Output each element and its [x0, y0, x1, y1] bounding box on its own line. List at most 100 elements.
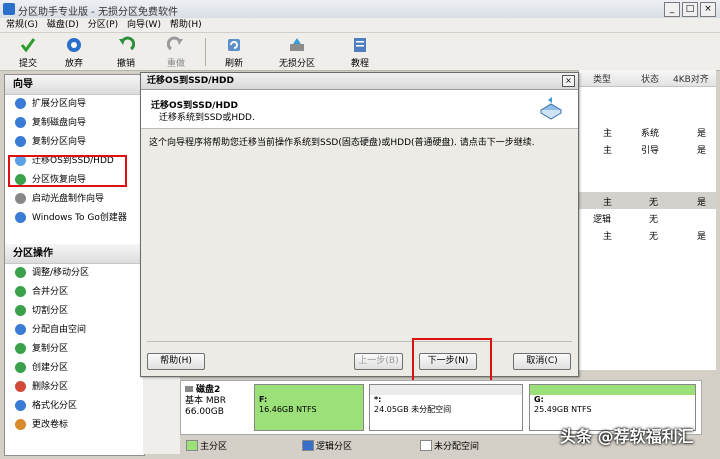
dialog-close-button[interactable]: × — [562, 75, 575, 87]
menu-partition[interactable]: 分区(P) — [88, 18, 118, 32]
dialog-separator — [147, 341, 572, 342]
disk-icon — [185, 386, 193, 392]
table-row[interactable]: 主 引导 是 — [579, 140, 716, 157]
toolbar: 提交 放弃 撤销 重做 刷新 无损分区 教程 — [0, 33, 720, 71]
col-type: 类型 — [593, 75, 612, 85]
windows-to-go-icon — [15, 212, 26, 223]
split-icon — [15, 305, 26, 316]
menu-disk[interactable]: 磁盘(D) — [47, 18, 79, 32]
cell-status: 无 — [649, 198, 659, 208]
refresh-button[interactable]: 刷新 — [220, 36, 248, 69]
next-button-highlight — [412, 338, 492, 382]
disk-type: 基本 MBR — [185, 396, 227, 406]
dialog-body-text: 这个向导程序将帮助您迁移当前操作系统到SSD(固态硬盘)或HDD(普通硬盘). … — [149, 138, 535, 148]
operation-item[interactable]: 调整/移动分区 — [5, 264, 144, 283]
tutorial-button[interactable]: 教程 — [346, 36, 374, 69]
menu-general[interactable]: 常规(G) — [6, 18, 38, 32]
cell-align: 是 — [697, 198, 707, 208]
menu-wizard[interactable]: 向导(W) — [127, 18, 161, 32]
cancel-button[interactable]: 取消(C) — [513, 353, 571, 370]
redo-icon — [167, 36, 183, 51]
menu-bar: 常规(G) 磁盘(D) 分区(P) 向导(W) 帮助(H) — [0, 18, 720, 32]
migrate-os-dialog: 迁移OS到SSD/HDD × 迁移OS到SSD/HDD 迁移系统到SSD或HDD… — [140, 72, 579, 377]
wizard-item[interactable]: 扩展分区向导 — [5, 95, 144, 114]
window-title: 分区助手专业版 - 无损分区免费软件 — [18, 7, 178, 18]
format-icon — [15, 400, 26, 411]
unallocated-swatch — [420, 440, 432, 451]
partition-name: *: — [374, 395, 382, 404]
operation-item-label: 切割分区 — [32, 306, 69, 316]
operation-item-label: 删除分区 — [32, 382, 69, 392]
tutorial-label: 教程 — [350, 59, 369, 69]
legend-unallocated: 未分配空间 — [434, 442, 480, 452]
cell-type: 主 — [603, 198, 613, 208]
primary-swatch — [186, 440, 198, 451]
disk-info: 磁盘2 基本 MBR 66.00GB — [185, 385, 226, 418]
wizard-item[interactable]: 启动光盘制作向导 — [5, 190, 144, 209]
tutorial-icon — [354, 38, 366, 52]
help-button[interactable]: 帮助(H) — [147, 353, 205, 370]
table-row[interactable]: 主无是 — [579, 226, 716, 243]
commit-button[interactable]: 提交 — [14, 36, 42, 69]
wizard-item-label: 启动光盘制作向导 — [32, 194, 105, 204]
cell-status: 无 — [649, 232, 659, 242]
back-button[interactable]: 上一步(B) — [354, 353, 403, 370]
operation-item[interactable]: 分配自由空间 — [5, 321, 144, 340]
cell-status: 引导 — [641, 146, 660, 156]
wizard-item-label: Windows To Go创建器 — [32, 213, 127, 223]
operation-item[interactable]: 合并分区 — [5, 283, 144, 302]
watermark: 头条 @荐软福利汇 — [560, 427, 694, 446]
discard-button[interactable]: 放弃 — [60, 36, 88, 69]
operation-item[interactable]: 格式化分区 — [5, 397, 144, 416]
redo-button[interactable]: 重做 — [162, 36, 190, 69]
table-row[interactable]: 逻辑 无 — [579, 209, 716, 226]
operation-item[interactable]: 更改卷标 — [5, 416, 144, 435]
close-button[interactable]: × — [700, 2, 716, 17]
lossless-partition-icon — [290, 38, 304, 51]
partition-block[interactable]: F: 16.46GB NTFS — [254, 384, 364, 431]
operation-item-label: 合并分区 — [32, 287, 69, 297]
undo-button[interactable]: 撤销 — [112, 36, 140, 69]
cell-type: 主 — [603, 146, 613, 156]
maximize-button[interactable]: □ — [682, 2, 698, 17]
operation-item[interactable]: 删除分区 — [5, 378, 144, 397]
operations-heading: 分区操作 — [5, 244, 144, 264]
dialog-header-subtitle: 迁移系统到SSD或HDD. — [159, 113, 255, 123]
discard-label: 放弃 — [64, 59, 83, 69]
wizard-item-label: 复制磁盘向导 — [32, 118, 87, 128]
wizard-item[interactable]: 复制磁盘向导 — [5, 114, 144, 133]
create-icon — [15, 362, 26, 373]
logical-swatch — [302, 440, 314, 451]
wizard-item-label: 复制分区向导 — [32, 137, 87, 147]
delete-icon — [15, 381, 26, 392]
operation-item-label: 更改卷标 — [32, 420, 69, 430]
cell-align: 是 — [697, 232, 707, 242]
wizard-item[interactable]: 复制分区向导 — [5, 133, 144, 152]
table-row[interactable]: 主 系统 是 — [579, 123, 716, 140]
grid-header: 类型 状态 4KB对齐 — [579, 70, 716, 87]
title-bar: 分区助手专业版 - 无损分区免费软件 _ □ × — [0, 0, 720, 19]
cell-status: 系统 — [641, 129, 660, 139]
cell-status: 无 — [649, 215, 659, 225]
operation-item-label: 复制分区 — [32, 344, 69, 354]
operation-item[interactable]: 复制分区 — [5, 340, 144, 359]
partition-info: 16.46GB NTFS — [259, 405, 317, 414]
copy-partition-icon — [15, 136, 26, 147]
wizard-item-label: 扩展分区向导 — [32, 99, 87, 109]
partition-block-unallocated[interactable]: *: 24.05GB 未分配空间 — [369, 384, 523, 431]
table-row-selected[interactable]: 主无是 — [579, 192, 716, 209]
migrate-os-highlight — [8, 155, 127, 187]
wizard-item[interactable]: Windows To Go创建器 — [5, 209, 144, 228]
lossless-partition-button[interactable]: 无损分区 — [274, 36, 320, 69]
partition-info: 25.49GB NTFS — [534, 405, 592, 414]
left-sidebar: 向导 扩展分区向导 复制磁盘向导 复制分区向导 迁移OS到SSD/HDD 分区恢… — [4, 74, 145, 456]
resize-icon — [15, 267, 26, 278]
operation-item[interactable]: 创建分区 — [5, 359, 144, 378]
partition-name: F: — [259, 395, 268, 404]
minimize-button[interactable]: _ — [664, 2, 680, 17]
menu-help[interactable]: 帮助(H) — [170, 18, 202, 32]
refresh-icon — [228, 39, 240, 51]
operation-item[interactable]: 切割分区 — [5, 302, 144, 321]
lossless-partition-label: 无损分区 — [278, 59, 315, 69]
redo-label: 重做 — [166, 59, 185, 69]
